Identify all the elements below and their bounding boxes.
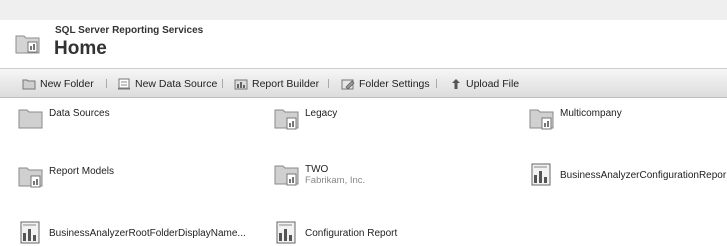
toolbar-divider [222,79,223,88]
upload-file-label: Upload File [466,78,520,90]
page-header: SQL Server Reporting Services Home [0,20,727,66]
item-label: Legacy [305,108,338,119]
folder-item[interactable]: Multicompany [529,106,622,132]
toolbar-divider [106,79,107,88]
folder-settings-icon [341,79,355,90]
folder-report-icon [15,31,41,60]
report-icon [20,221,40,244]
toolbar: New Folder New Data Source Report Builde… [0,68,727,98]
folder-item[interactable]: Data Sources [18,106,110,132]
item-label: Data Sources [49,108,110,119]
folder-item[interactable]: TWO Fabrikam, Inc. [274,162,365,188]
report-builder-label: Report Builder [252,78,320,90]
report-icon [531,163,551,186]
item-label: BusinessAnalyzerConfigurationRepor [560,170,727,181]
report-builder-button[interactable]: Report Builder [234,77,319,91]
folder-settings-label: Folder Settings [359,78,430,90]
new-folder-button[interactable]: New Folder [22,77,94,91]
item-name: TWO [305,164,329,175]
new-folder-icon [22,79,36,90]
folder-item[interactable]: Legacy [274,106,337,132]
item-label: Report Models [49,166,115,177]
item-label: BusinessAnalyzerRootFolderDisplayName... [49,228,246,239]
top-strip [0,0,727,20]
product-name: SQL Server Reporting Services [55,25,204,36]
report-item[interactable]: Configuration Report [274,220,397,246]
page-title: Home [54,38,107,59]
new-data-source-icon [118,78,130,90]
item-label: Configuration Report [305,228,398,239]
upload-file-icon [452,79,460,89]
item-description: Fabrikam, Inc. [305,175,366,186]
report-item[interactable]: BusinessAnalyzerConfigurationRepor [529,162,726,188]
report-item[interactable]: BusinessAnalyzerRootFolderDisplayName... [18,220,246,246]
toolbar-divider [436,79,437,88]
report-icon [276,221,296,244]
folder-report-icon [18,167,43,188]
folder-report-icon [529,109,554,130]
folder-report-icon [274,109,299,130]
new-data-source-button[interactable]: New Data Source [117,77,217,91]
item-label: TWO Fabrikam, Inc. [305,164,365,186]
item-label: Multicompany [560,108,622,119]
new-folder-label: New Folder [40,78,94,90]
toolbar-divider [328,79,329,88]
new-data-source-label: New Data Source [135,78,218,90]
folder-report-icon [274,165,299,186]
report-builder-icon [234,79,248,90]
folder-icon [18,109,43,129]
folder-settings-button[interactable]: Folder Settings [341,77,430,91]
upload-file-button[interactable]: Upload File [450,77,519,91]
folder-item[interactable]: Report Models [18,164,114,190]
